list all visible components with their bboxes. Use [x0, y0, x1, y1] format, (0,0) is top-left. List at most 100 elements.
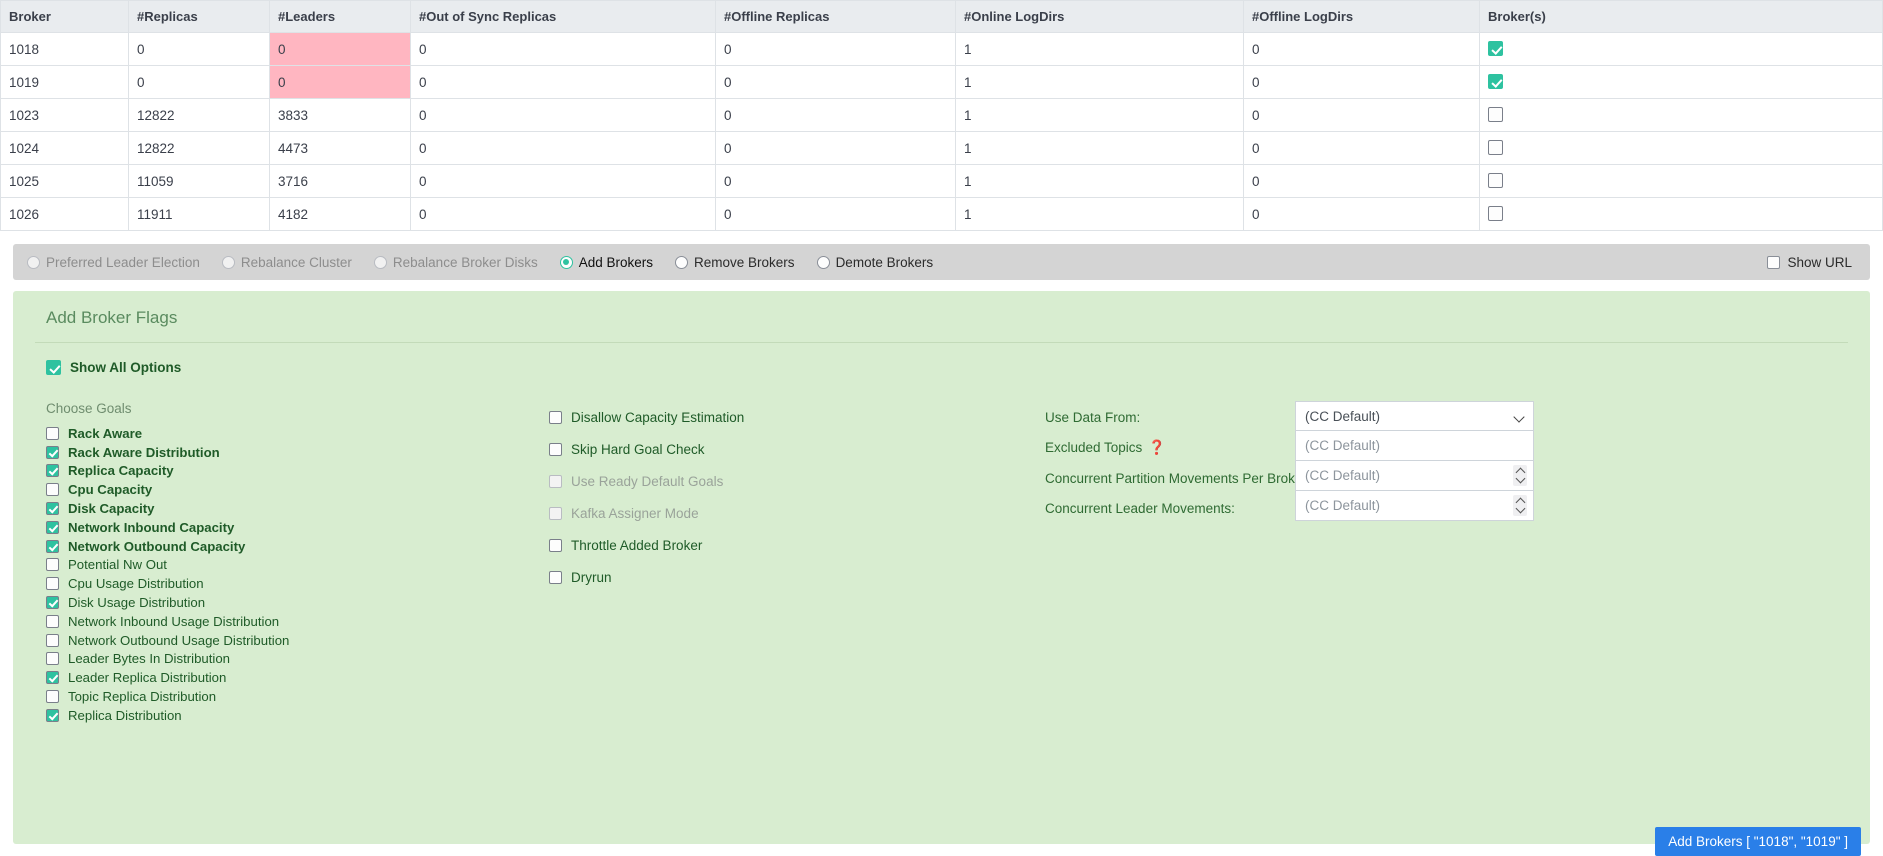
- show-url-label: Show URL: [1787, 254, 1852, 270]
- radio-icon[interactable]: [816, 255, 830, 269]
- cell-broker-select[interactable]: [1479, 32, 1883, 66]
- goal-label: Leader Bytes In Distribution: [68, 651, 230, 667]
- goal-label: Cpu Capacity: [68, 482, 153, 498]
- radio-label: Demote Brokers: [835, 254, 934, 270]
- goal-rack-aware-distribution[interactable]: Rack Aware Distribution: [46, 443, 540, 462]
- radio-icon[interactable]: [27, 255, 40, 269]
- checkbox-icon[interactable]: [46, 502, 59, 516]
- concurrent-leader-movements-input[interactable]: (CC Default): [1295, 491, 1534, 521]
- label-concurrent-leader-movements: Concurrent Leader Movements:: [1045, 494, 1295, 525]
- checkbox-icon[interactable]: [46, 445, 59, 459]
- cell-broker: 1023: [0, 98, 129, 132]
- goal-cpu-capacity[interactable]: Cpu Capacity: [46, 480, 540, 499]
- cell-broker-select[interactable]: [1479, 65, 1883, 99]
- label-text: Excluded Topics: [1045, 440, 1143, 456]
- cell-broker-select[interactable]: [1479, 98, 1883, 132]
- goal-potential-nw-out[interactable]: Potential Nw Out: [46, 556, 540, 575]
- broker-select-checkbox[interactable]: [1488, 140, 1503, 155]
- radio-rebalance-cluster[interactable]: Rebalance Cluster: [221, 255, 352, 270]
- option-label: Throttle Added Broker: [571, 537, 703, 553]
- help-icon[interactable]: ❓: [1148, 439, 1165, 456]
- goal-replica-capacity[interactable]: Replica Capacity: [46, 462, 540, 481]
- radio-remove-brokers[interactable]: Remove Brokers: [675, 255, 795, 270]
- goal-network-outbound-usage-distribution[interactable]: Network Outbound Usage Distribution: [46, 631, 540, 650]
- radio-label: Preferred Leader Election: [46, 254, 200, 270]
- action-selector-bar: Preferred Leader Election Rebalance Clus…: [13, 244, 1870, 280]
- goal-disk-capacity[interactable]: Disk Capacity: [46, 499, 540, 518]
- goal-network-inbound-capacity[interactable]: Network Inbound Capacity: [46, 518, 540, 537]
- column-header-broker: Broker: [0, 0, 129, 33]
- radio-icon[interactable]: [221, 255, 235, 269]
- option-skip-hard-goal-check[interactable]: Skip Hard Goal Check: [540, 433, 1045, 465]
- checkbox-icon[interactable]: [549, 538, 562, 552]
- checkbox-icon[interactable]: [46, 633, 59, 647]
- broker-select-checkbox[interactable]: [1488, 74, 1503, 89]
- checkbox-icon[interactable]: [46, 483, 59, 497]
- goal-disk-usage-distribution[interactable]: Disk Usage Distribution: [46, 593, 540, 612]
- checkbox-icon[interactable]: [46, 558, 59, 572]
- cell-broker-select[interactable]: [1479, 131, 1883, 165]
- stepper-icon[interactable]: [1513, 495, 1527, 516]
- broker-select-checkbox[interactable]: [1488, 107, 1503, 122]
- add-brokers-submit-button[interactable]: Add Brokers [ "1018", "1019" ]: [1655, 827, 1861, 856]
- cell-out-of-sync-replicas: 0: [410, 164, 716, 198]
- excluded-topics-input[interactable]: (CC Default): [1295, 431, 1534, 461]
- chevron-down-icon[interactable]: [1513, 411, 1525, 423]
- checkbox-icon[interactable]: [46, 539, 59, 553]
- checkbox-icon[interactable]: [46, 577, 59, 591]
- goal-network-inbound-usage-distribution[interactable]: Network Inbound Usage Distribution: [46, 612, 540, 631]
- checkbox-icon[interactable]: [46, 671, 59, 685]
- broker-select-checkbox[interactable]: [1488, 173, 1503, 188]
- radio-label: Rebalance Broker Disks: [392, 254, 538, 270]
- checkbox-icon[interactable]: [46, 360, 61, 375]
- concurrent-partition-movements-input[interactable]: (CC Default): [1295, 461, 1534, 491]
- option-label: Skip Hard Goal Check: [571, 441, 705, 457]
- use-data-from-select[interactable]: (CC Default): [1295, 401, 1534, 431]
- cell-broker-select[interactable]: [1479, 164, 1883, 198]
- checkbox-icon[interactable]: [549, 570, 562, 584]
- goal-topic-replica-distribution[interactable]: Topic Replica Distribution: [46, 687, 540, 706]
- cell-offline-replicas: 0: [715, 65, 956, 99]
- checkbox-icon[interactable]: [46, 708, 59, 722]
- checkbox-icon[interactable]: [46, 596, 59, 610]
- radio-label: Add Brokers: [578, 254, 654, 270]
- checkbox-icon[interactable]: [46, 520, 59, 534]
- broker-select-checkbox[interactable]: [1488, 41, 1503, 56]
- flags-columns: Choose Goals Rack Aware Rack Aware Distr…: [35, 401, 1848, 725]
- checkbox-icon[interactable]: [46, 426, 59, 440]
- radio-icon[interactable]: [373, 255, 387, 269]
- goal-cpu-usage-distribution[interactable]: Cpu Usage Distribution: [46, 574, 540, 593]
- checkbox-icon[interactable]: [46, 464, 59, 478]
- goal-rack-aware[interactable]: Rack Aware: [46, 424, 540, 443]
- table-row: 1018 0 0 0 0 1 0: [0, 32, 1883, 66]
- show-url-toggle[interactable]: Show URL: [1767, 255, 1852, 270]
- option-throttle-added-broker[interactable]: Throttle Added Broker: [540, 529, 1045, 561]
- radio-preferred-leader-election[interactable]: Preferred Leader Election: [27, 255, 200, 270]
- show-all-options-toggle[interactable]: Show All Options: [46, 360, 1848, 375]
- checkbox-icon[interactable]: [549, 442, 562, 456]
- broker-table-body: 1018 0 0 0 0 1 0 1019 0 0 0 0 1 0 1023 1…: [0, 32, 1883, 231]
- checkbox-icon[interactable]: [549, 410, 562, 424]
- checkbox-icon[interactable]: [46, 614, 59, 628]
- cell-broker-select[interactable]: [1479, 197, 1883, 231]
- checkbox-icon[interactable]: [46, 690, 59, 704]
- option-disallow-capacity-estimation[interactable]: Disallow Capacity Estimation: [540, 401, 1045, 433]
- goal-label: Rack Aware: [68, 425, 143, 441]
- cell-replicas: 0: [128, 65, 270, 99]
- goal-network-outbound-capacity[interactable]: Network Outbound Capacity: [46, 537, 540, 556]
- radio-icon[interactable]: [559, 255, 573, 269]
- goal-leader-replica-distribution[interactable]: Leader Replica Distribution: [46, 668, 540, 687]
- cell-offline-replicas: 0: [715, 32, 956, 66]
- checkbox-icon[interactable]: [1767, 255, 1781, 269]
- option-dryrun[interactable]: Dryrun: [540, 561, 1045, 593]
- goal-replica-distribution[interactable]: Replica Distribution: [46, 706, 540, 725]
- broker-select-checkbox[interactable]: [1488, 206, 1503, 221]
- stepper-icon[interactable]: [1513, 465, 1527, 486]
- radio-rebalance-broker-disks[interactable]: Rebalance Broker Disks: [373, 254, 538, 270]
- radio-add-brokers[interactable]: Add Brokers: [559, 254, 654, 270]
- radio-icon[interactable]: [675, 255, 689, 269]
- checkbox-icon[interactable]: [46, 652, 59, 666]
- radio-demote-brokers[interactable]: Demote Brokers: [816, 254, 934, 270]
- goal-leader-bytes-in-distribution[interactable]: Leader Bytes In Distribution: [46, 650, 540, 669]
- cell-leaders: 0: [269, 65, 411, 99]
